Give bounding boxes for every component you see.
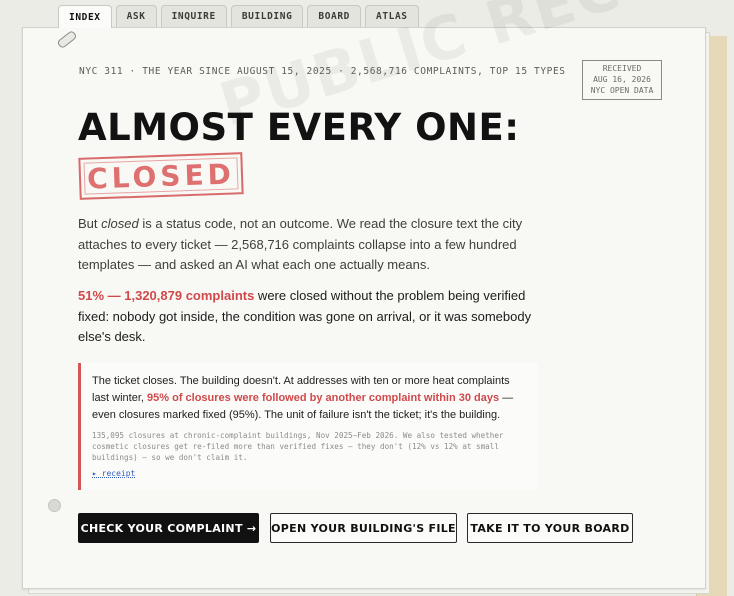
closed-stamp-text: CLOSED <box>86 156 236 196</box>
tab-inquire[interactable]: INQUIRE <box>160 5 227 27</box>
chronic-building-callout: The ticket closes. The building doesn't.… <box>78 363 538 490</box>
closed-stamp: CLOSED <box>78 152 244 200</box>
finding-paragraph: 51% — 1,320,879 complaints were closed w… <box>78 286 533 348</box>
lede-emphasis: closed <box>101 216 139 231</box>
take-to-board-button[interactable]: TAKE IT TO YOUR BOARD <box>467 513 633 543</box>
callout-methodology-note: 135,095 closures at chronic-complaint bu… <box>92 431 504 462</box>
received-stamp: RECEIVED AUG 16, 2026 NYC OPEN DATA <box>582 60 662 100</box>
received-stamp-line1: RECEIVED <box>602 64 642 73</box>
finding-highlight: 51% — 1,320,879 complaints <box>78 288 255 303</box>
open-building-file-button[interactable]: OPEN YOUR BUILDING'S FILE <box>270 513 457 543</box>
check-complaint-button[interactable]: CHECK YOUR COMPLAINT → <box>78 513 259 543</box>
tab-building[interactable]: BUILDING <box>230 5 304 27</box>
page-headline: ALMOST EVERY ONE: <box>78 106 520 149</box>
dataset-eyebrow: NYC 311 · THE YEAR SINCE AUGUST 15, 2025… <box>79 66 566 77</box>
tab-ask[interactable]: ASK <box>115 5 157 27</box>
lede-before: But <box>78 216 102 231</box>
received-stamp-source: NYC OPEN DATA <box>590 86 654 95</box>
callout-text: The ticket closes. The building doesn't.… <box>92 373 526 424</box>
tab-board[interactable]: BOARD <box>307 5 361 27</box>
received-stamp-date: AUG 16, 2026 <box>593 75 651 84</box>
receipt-link[interactable]: ▸ receipt <box>92 469 135 478</box>
lede-after: is a status code, not an outcome. We rea… <box>78 216 523 272</box>
lede-paragraph: But closed is a status code, not an outc… <box>78 214 528 276</box>
tab-index[interactable]: INDEX <box>58 5 112 28</box>
top-tab-bar: INDEX ASK INQUIRE BUILDING BOARD ATLAS <box>58 5 419 28</box>
tab-atlas[interactable]: ATLAS <box>365 5 419 27</box>
callout-highlight: 95% of closures were followed by another… <box>147 392 500 404</box>
punch-hole <box>48 499 61 512</box>
